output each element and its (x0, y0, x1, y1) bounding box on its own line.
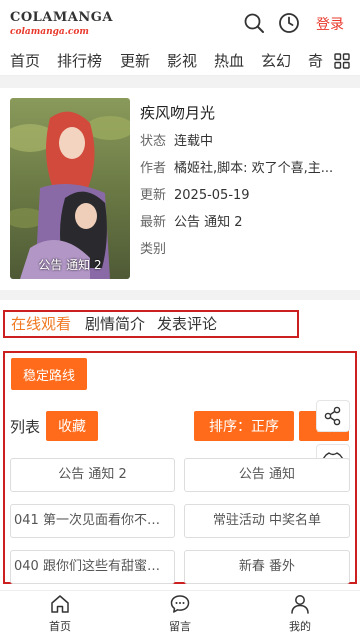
sort-order-button[interactable]: 排序：正序 (194, 411, 294, 441)
chapter-item[interactable]: 公告 通知 (184, 458, 350, 492)
latest-row: 最新 公告 通知 2 (140, 211, 355, 230)
comic-info-panel: 公告 通知 2 疾风吻月光 状态 连载中 作者 橘姬社,脚本: 欢了个喜,主... … (0, 88, 360, 290)
list-label: 列表 (10, 418, 41, 436)
bottom-nav: 首页 留言 我的 (0, 590, 360, 641)
chapter-item[interactable]: 040 跟你们这些有甜蜜恋... (10, 550, 175, 584)
status-key: 状态 (140, 134, 167, 149)
detail-tabs: 在线观看 剧情简介 发表评论 (0, 300, 360, 348)
nav-item-action[interactable]: 热血 (214, 50, 244, 71)
nav-item-mystery[interactable]: 奇 (308, 50, 323, 71)
author-key: 作者 (140, 161, 167, 176)
home-icon (51, 595, 69, 613)
cover-latest-label: 公告 通知 2 (38, 258, 102, 272)
category-nav: 首页 排行榜 更新 影视 热血 玄幻 奇 (0, 46, 360, 76)
logo-main-text: COLAMANGA (10, 10, 113, 25)
logo-sub-text: colamanga.com (10, 27, 89, 37)
updated-value: 2025-05-19 (174, 188, 250, 203)
status-row: 状态 连载中 (140, 130, 355, 149)
latest-key: 最新 (140, 215, 167, 230)
login-link[interactable]: 登录 (316, 14, 344, 34)
chapter-item[interactable]: 公告 通知 2 (10, 458, 175, 492)
bottom-nav-mine[interactable]: 我的 (270, 593, 330, 634)
search-icon[interactable] (243, 12, 265, 34)
updated-key: 更新 (140, 188, 167, 203)
nav-item-film[interactable]: 影视 (167, 50, 197, 71)
bottom-nav-mine-label: 我的 (289, 620, 311, 633)
chapter-item[interactable]: 041 第一次见面看你不太... (10, 504, 175, 538)
chapter-item[interactable]: 常驻活动 中奖名单 (184, 504, 350, 538)
stable-route-button[interactable]: 稳定路线 (11, 358, 87, 390)
bottom-nav-home-label: 首页 (49, 620, 71, 633)
category-row: 类别 (140, 238, 355, 257)
chapter-item[interactable]: 新春 番外 (184, 550, 350, 584)
bottom-nav-home[interactable]: 首页 (30, 593, 90, 634)
site-logo[interactable]: COLAMANGA colamanga.com (10, 10, 113, 40)
tab-read-online[interactable]: 在线观看 (11, 313, 71, 334)
author-value[interactable]: 橘姬社,脚本: 欢了个喜,主... (174, 161, 333, 176)
tabs-highlight-box: 在线观看 剧情简介 发表评论 (3, 310, 299, 338)
comic-title: 疾风吻月光 (140, 104, 216, 122)
chat-bubble-icon (170, 595, 190, 613)
category-key: 类别 (140, 242, 167, 257)
updated-row: 更新 2025-05-19 (140, 184, 355, 203)
nav-item-home[interactable]: 首页 (10, 50, 40, 71)
share-icon[interactable] (316, 400, 350, 432)
bottom-nav-message-label: 留言 (169, 620, 191, 633)
tab-post-comment[interactable]: 发表评论 (157, 313, 217, 334)
tab-synopsis[interactable]: 剧情简介 (85, 313, 145, 334)
category-grid-icon[interactable] (334, 53, 350, 69)
author-row: 作者 橘姬社,脚本: 欢了个喜,主... (140, 157, 355, 176)
user-icon (291, 595, 309, 614)
latest-value[interactable]: 公告 通知 2 (174, 215, 243, 230)
nav-item-ranking[interactable]: 排行榜 (57, 50, 102, 71)
nav-item-updates[interactable]: 更新 (120, 50, 150, 71)
top-header: COLAMANGA colamanga.com 登录 (0, 0, 360, 46)
history-clock-icon[interactable] (278, 12, 300, 34)
status-value: 连载中 (174, 134, 214, 149)
favorite-button[interactable]: 收藏 (46, 411, 98, 441)
comic-cover-image[interactable]: 公告 通知 2 (10, 98, 130, 279)
nav-item-fantasy[interactable]: 玄幻 (261, 50, 291, 71)
bottom-nav-message[interactable]: 留言 (150, 593, 210, 634)
